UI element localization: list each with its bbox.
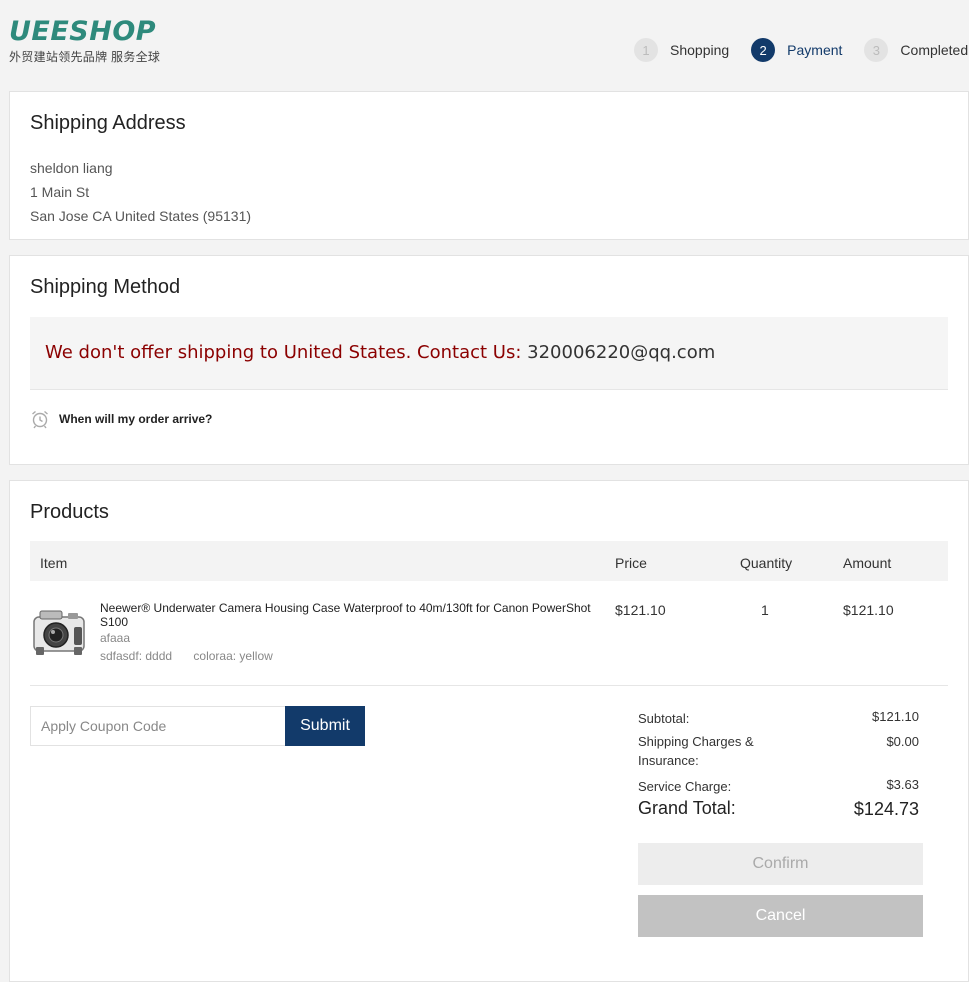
arrive-text: When will my order arrive? (59, 412, 213, 426)
product-name[interactable]: Neewer® Underwater Camera Housing Case W… (100, 601, 600, 629)
product-amount: $121.10 (843, 602, 894, 618)
logo-brand: UEESHOP (9, 16, 157, 47)
service-charge-label: Service Charge: (638, 779, 732, 794)
cancel-button[interactable]: Cancel (638, 895, 923, 937)
table-header: Item Price Quantity Amount (30, 541, 948, 581)
service-charge-row: Service Charge: $3.63 (638, 777, 919, 796)
product-attributes: sdfasdf: dddd coloraa: yellow (100, 649, 273, 663)
products-panel: Products Item Price Quantity Amount Neew… (9, 480, 969, 982)
logo[interactable]: UEESHOP 外贸建站领先品牌 服务全球 (9, 18, 160, 65)
step-number: 2 (751, 38, 776, 62)
column-amount: Amount (843, 555, 892, 571)
alarm-clock-icon (32, 410, 48, 429)
coupon-submit-button[interactable]: Submit (285, 706, 365, 746)
shipping-charges-value: $0.00 (886, 734, 919, 749)
subtotal-row: Subtotal: $121.10 (638, 709, 919, 728)
confirm-button[interactable]: Confirm (638, 843, 923, 885)
address-block: sheldon liang 1 Main St San Jose CA Unit… (30, 156, 251, 228)
column-price: Price (615, 555, 647, 571)
product-attr: sdfasdf: dddd (100, 649, 173, 663)
step-number: 1 (634, 38, 658, 62)
product-image[interactable] (30, 605, 90, 661)
table-row: Neewer® Underwater Camera Housing Case W… (30, 589, 948, 686)
step-number: 3 (864, 38, 889, 62)
shipping-charges-row: Shipping Charges & Insurance: $0.00 (638, 732, 919, 770)
product-remark: afaaa (100, 631, 131, 645)
address-street: 1 Main St (30, 184, 90, 200)
grand-total-row: Grand Total: $124.73 (638, 799, 919, 823)
coupon-form: Submit (30, 706, 365, 746)
service-charge-value: $3.63 (886, 777, 919, 792)
shipping-charges-label: Shipping Charges & Insurance: (638, 734, 754, 768)
section-title: Shipping Method (30, 276, 181, 298)
column-quantity: Quantity (740, 555, 793, 571)
column-item: Item (40, 555, 68, 571)
logo-tagline: 外贸建站领先品牌 服务全球 (9, 50, 161, 64)
section-title: Products (30, 501, 109, 523)
subtotal-value: $121.10 (872, 709, 919, 724)
step-payment[interactable]: 2 Payment (751, 38, 842, 62)
product-attr: coloraa: yellow (193, 649, 273, 663)
notice-text: We don't offer shipping to United States… (45, 342, 715, 363)
step-label: Completed (900, 42, 969, 58)
subtotal-label: Subtotal: (638, 711, 690, 726)
step-label: Shopping (670, 42, 730, 58)
shipping-address-panel: Shipping Address sheldon liang 1 Main St… (9, 91, 969, 240)
product-price: $121.10 (615, 602, 666, 618)
grand-total-label: Grand Total: (638, 798, 736, 818)
address-city: San Jose CA United States (95131) (30, 208, 252, 224)
notice-message: We don't offer shipping to United States… (45, 342, 522, 363)
shipping-notice: We don't offer shipping to United States… (30, 317, 948, 390)
contact-email: 320006220@qq.com (527, 342, 716, 363)
address-name: sheldon liang (30, 160, 113, 176)
product-quantity: 1 (761, 602, 769, 618)
order-arrive-link[interactable]: When will my order arrive? (30, 409, 212, 429)
grand-total-value: $124.73 (853, 799, 919, 819)
step-completed[interactable]: 3 Completed (864, 38, 968, 62)
step-label: Payment (787, 42, 843, 58)
step-shopping[interactable]: 1 Shopping (634, 38, 729, 62)
header: UEESHOP 外贸建站领先品牌 服务全球 1 Shopping 2 Payme… (0, 0, 969, 90)
section-title: Shipping Address (30, 112, 186, 134)
checkout-steps: 1 Shopping 2 Payment 3 Completed (634, 38, 969, 62)
shipping-method-panel: Shipping Method We don't offer shipping … (9, 255, 969, 465)
coupon-input[interactable] (30, 706, 285, 746)
